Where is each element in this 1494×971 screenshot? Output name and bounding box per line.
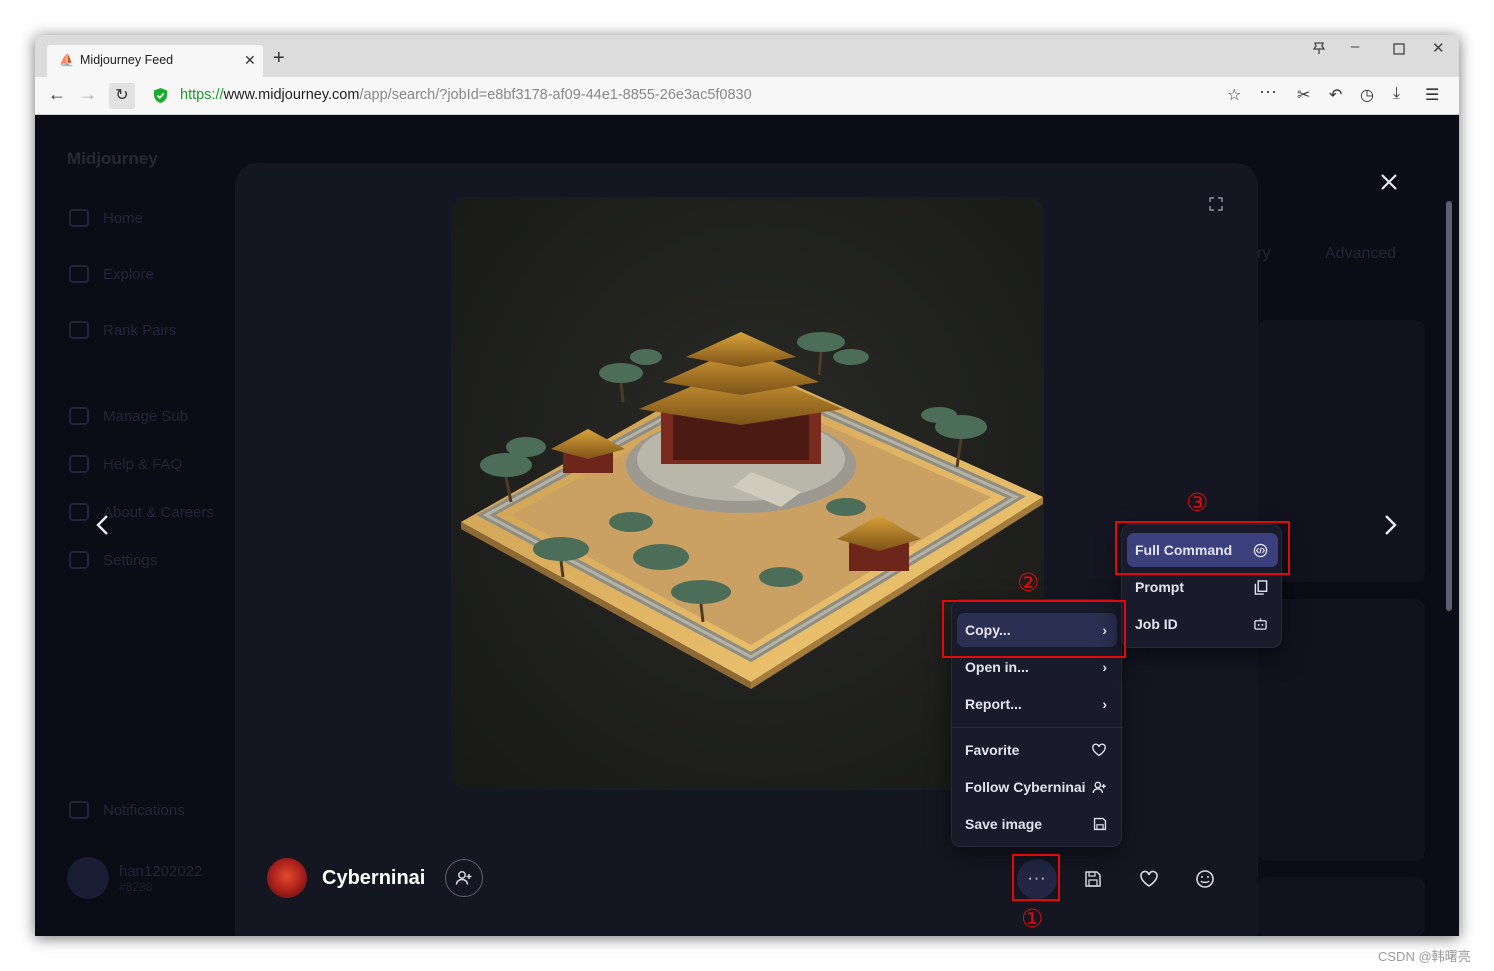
background-sidebar: Midjourney Home Explore Rank Pairs Manag… <box>35 115 235 936</box>
background-avatar <box>67 857 109 899</box>
brand-logo: Midjourney <box>67 149 158 168</box>
smiley-icon <box>1196 870 1214 888</box>
watermark: CSDN @韩曙亮 <box>1378 949 1471 964</box>
save-button[interactable] <box>1073 859 1113 899</box>
new-tab-icon[interactable]: + <box>273 48 285 68</box>
help-icon <box>69 455 89 473</box>
sidebar-item-notifications[interactable]: Notifications <box>69 801 185 819</box>
highlight-more-button <box>1012 854 1060 901</box>
background-card <box>1257 877 1425 936</box>
annotation-step-3: ③ <box>1186 488 1209 517</box>
background-card <box>1257 599 1425 861</box>
heart-icon <box>1092 743 1106 757</box>
chevron-right-icon: › <box>1102 659 1107 675</box>
menu-item-report[interactable]: Report... › <box>957 687 1117 721</box>
menu-item-save-image[interactable]: Save image <box>957 807 1117 841</box>
reload-icon[interactable]: ↻ <box>109 83 135 109</box>
more-options-icon[interactable]: ··· <box>1259 81 1277 102</box>
explore-icon <box>69 265 89 283</box>
author-name[interactable]: Cyberninai <box>322 867 425 890</box>
sailboat-icon: ⛵ <box>59 53 74 67</box>
minimize-icon[interactable]: – <box>1351 38 1359 55</box>
undo-icon[interactable]: ↶ <box>1329 85 1342 105</box>
menu-item-favorite[interactable]: Favorite <box>957 733 1117 767</box>
sidebar-item-rank-pairs[interactable]: Rank Pairs <box>69 321 176 339</box>
maximize-icon[interactable] <box>1393 43 1405 55</box>
back-icon[interactable]: ← <box>48 84 66 105</box>
sidebar-item-home[interactable]: Home <box>69 209 143 227</box>
chevron-right-icon: › <box>1102 696 1107 712</box>
edit-icon <box>69 407 89 425</box>
favorite-button[interactable] <box>1129 859 1169 899</box>
background-user[interactable]: han1202022 #8288 <box>67 857 202 899</box>
robot-icon <box>1254 618 1267 630</box>
history-icon[interactable]: ◷ <box>1360 85 1374 105</box>
close-tab-icon[interactable]: ✕ <box>244 52 256 69</box>
fullscreen-icon[interactable] <box>1208 196 1224 212</box>
save-icon <box>1093 817 1107 831</box>
sidebar-item-about[interactable]: About & Careers <box>69 503 214 521</box>
tab-title: Midjourney Feed <box>80 53 174 67</box>
menu-icon[interactable]: ☰ <box>1425 85 1439 105</box>
background-tab-partial[interactable]: ry <box>1257 245 1270 263</box>
annotation-step-1: ① <box>1021 904 1044 933</box>
previous-image-icon[interactable] <box>93 513 113 537</box>
sidebar-item-explore[interactable]: Explore <box>69 265 154 283</box>
add-user-icon <box>456 871 472 885</box>
sidebar-item-settings[interactable]: Settings <box>69 551 157 569</box>
close-modal-icon[interactable] <box>1377 170 1401 194</box>
browser-tab[interactable]: ⛵ Midjourney Feed ✕ <box>47 45 263 77</box>
submenu-item-job-id[interactable]: Job ID <box>1127 607 1278 641</box>
scrollbar[interactable] <box>1446 201 1452 611</box>
background-tab-advanced[interactable]: Advanced <box>1325 245 1396 263</box>
secure-shield-icon <box>154 88 167 103</box>
next-image-icon[interactable] <box>1380 513 1400 537</box>
author-avatar[interactable] <box>267 858 307 898</box>
menu-divider <box>952 727 1123 728</box>
save-icon <box>1085 871 1101 887</box>
annotation-step-2: ② <box>1017 568 1040 597</box>
close-window-icon[interactable]: ✕ <box>1432 39 1445 57</box>
submenu-item-prompt[interactable]: Prompt <box>1127 570 1278 604</box>
react-button[interactable] <box>1185 859 1225 899</box>
highlight-copy-item <box>942 600 1126 658</box>
bell-icon <box>69 801 89 819</box>
highlight-full-command <box>1115 521 1290 575</box>
copy-icon <box>1254 579 1268 595</box>
sidebar-item-help[interactable]: Help & FAQ <box>69 455 182 473</box>
download-icon[interactable]: ⤓ <box>1393 85 1400 103</box>
heart-icon <box>1140 870 1158 887</box>
browser-window: ⛵ Midjourney Feed ✕ + – ✕ ← → ↻ https://… <box>35 35 1459 936</box>
scissors-icon[interactable]: ✂ <box>1297 85 1310 105</box>
forward-icon[interactable]: → <box>79 84 97 105</box>
thumbs-up-icon <box>69 321 89 339</box>
author-info: Cyberninai <box>267 858 484 898</box>
follow-button[interactable] <box>445 859 484 897</box>
settings-icon <box>69 551 89 569</box>
menu-item-follow[interactable]: Follow Cyberninai <box>957 770 1117 804</box>
sidebar-item-manage-sub[interactable]: Manage Sub <box>69 407 188 425</box>
info-icon <box>69 503 89 521</box>
home-icon <box>69 209 89 227</box>
navigation-bar: ← → ↻ https://www.midjourney.com/app/sea… <box>35 77 1459 115</box>
tab-bar: ⛵ Midjourney Feed ✕ + – ✕ <box>35 35 1459 77</box>
address-bar[interactable]: https://www.midjourney.com/app/search/?j… <box>180 87 752 103</box>
bookmark-star-icon[interactable]: ☆ <box>1227 85 1241 105</box>
pin-icon[interactable] <box>1311 40 1327 56</box>
add-user-icon <box>1092 781 1106 793</box>
